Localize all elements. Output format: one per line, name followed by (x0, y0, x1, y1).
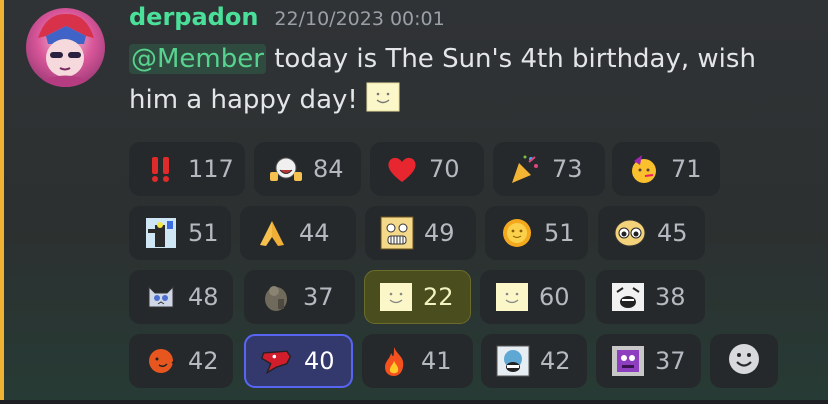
reaction-rock-figure[interactable]: 37 (244, 270, 355, 324)
reaction-pleading-cartoon-face[interactable]: 45 (598, 206, 705, 260)
reaction-count: 48 (188, 283, 219, 311)
reaction-count: 117 (188, 155, 234, 183)
laughing-thumbsup-face-icon (269, 152, 303, 186)
reaction-party-popper[interactable]: 73 (493, 142, 605, 196)
sun-with-face-icon (500, 216, 534, 250)
message-content: @Member today is The Sun's 4th birthday,… (129, 39, 819, 125)
reaction-purple-cube-creature[interactable]: 37 (596, 334, 701, 388)
red-bird-icon (260, 344, 294, 378)
reaction-double-exclamation[interactable]: 117 (129, 142, 245, 196)
reaction-count: 70 (429, 155, 460, 183)
reaction-count: 51 (544, 219, 575, 247)
orange-ball-icon (144, 344, 178, 378)
reaction-count: 42 (540, 347, 571, 375)
reaction-shouting-face[interactable]: 42 (481, 334, 587, 388)
screaming-sketch-icon (611, 280, 645, 314)
double-exclamation-icon (144, 152, 178, 186)
username[interactable]: derpadon (129, 3, 258, 31)
highlight-stripe (0, 0, 4, 404)
reaction-grinning-square-face[interactable]: 49 (365, 206, 476, 260)
cat-creature-icon (144, 280, 178, 314)
reaction-character-pointing[interactable]: 51 (129, 206, 231, 260)
reaction-red-bird[interactable]: 40 (244, 334, 353, 388)
fire-icon (377, 344, 411, 378)
reaction-count: 38 (655, 283, 686, 311)
reaction-red-heart[interactable]: 70 (370, 142, 484, 196)
reaction-fire[interactable]: 41 (362, 334, 473, 388)
reaction-screaming-sketch[interactable]: 38 (596, 270, 705, 324)
timestamp[interactable]: 22/10/2023 00:01 (274, 8, 444, 30)
sun-face-yellow-icon (379, 280, 413, 314)
reaction-count: 44 (299, 219, 330, 247)
avatar-image-icon (36, 13, 95, 87)
party-popper-icon (508, 152, 542, 186)
reaction-laughing-thumbsup-face[interactable]: 84 (254, 142, 361, 196)
reaction-count: 37 (303, 283, 334, 311)
reaction-count: 60 (539, 283, 570, 311)
reaction-count: 84 (313, 155, 344, 183)
rock-figure-icon (259, 280, 293, 314)
reaction-count: 71 (671, 155, 702, 183)
sun-face-emoji-icon[interactable] (366, 82, 400, 125)
reaction-count: 22 (423, 283, 454, 311)
sun-face-pale-icon (495, 280, 529, 314)
reaction-count: 51 (188, 219, 219, 247)
character-pointing-icon (144, 216, 178, 250)
reaction-folded-hands[interactable]: 44 (240, 206, 356, 260)
reaction-partying-face[interactable]: 71 (612, 142, 720, 196)
reaction-count: 41 (421, 347, 452, 375)
folded-hands-icon (255, 216, 289, 250)
reaction-count: 40 (304, 347, 335, 375)
reaction-count: 49 (424, 219, 455, 247)
reaction-count: 42 (188, 347, 219, 375)
smiley-face-icon (727, 342, 761, 380)
bottom-divider (0, 400, 828, 404)
reaction-orange-ball[interactable]: 42 (129, 334, 233, 388)
reaction-cat-creature[interactable]: 48 (129, 270, 233, 324)
pleading-cartoon-face-icon (613, 216, 647, 250)
role-mention[interactable]: @Member (129, 44, 266, 74)
user-avatar[interactable] (26, 8, 105, 87)
add-reaction-button[interactable] (710, 334, 778, 388)
message-text-line1: today is The Sun's 4th birthday, wish (265, 44, 756, 74)
shouting-face-icon (496, 344, 530, 378)
reaction-sun-with-face[interactable]: 51 (485, 206, 588, 260)
message-header: derpadon 22/10/2023 00:01 (129, 3, 819, 39)
reaction-count: 73 (552, 155, 583, 183)
reaction-count: 37 (655, 347, 686, 375)
message-text-line2: him a happy day! (129, 85, 367, 115)
partying-face-icon (627, 152, 661, 186)
reaction-count: 45 (657, 219, 688, 247)
grinning-square-face-icon (380, 216, 414, 250)
message: derpadon 22/10/2023 00:01 @Member today … (129, 3, 819, 125)
red-heart-icon (385, 152, 419, 186)
reaction-sun-face-pale[interactable]: 60 (480, 270, 585, 324)
purple-cube-creature-icon (611, 344, 645, 378)
reaction-sun-face-yellow[interactable]: 22 (364, 270, 471, 324)
